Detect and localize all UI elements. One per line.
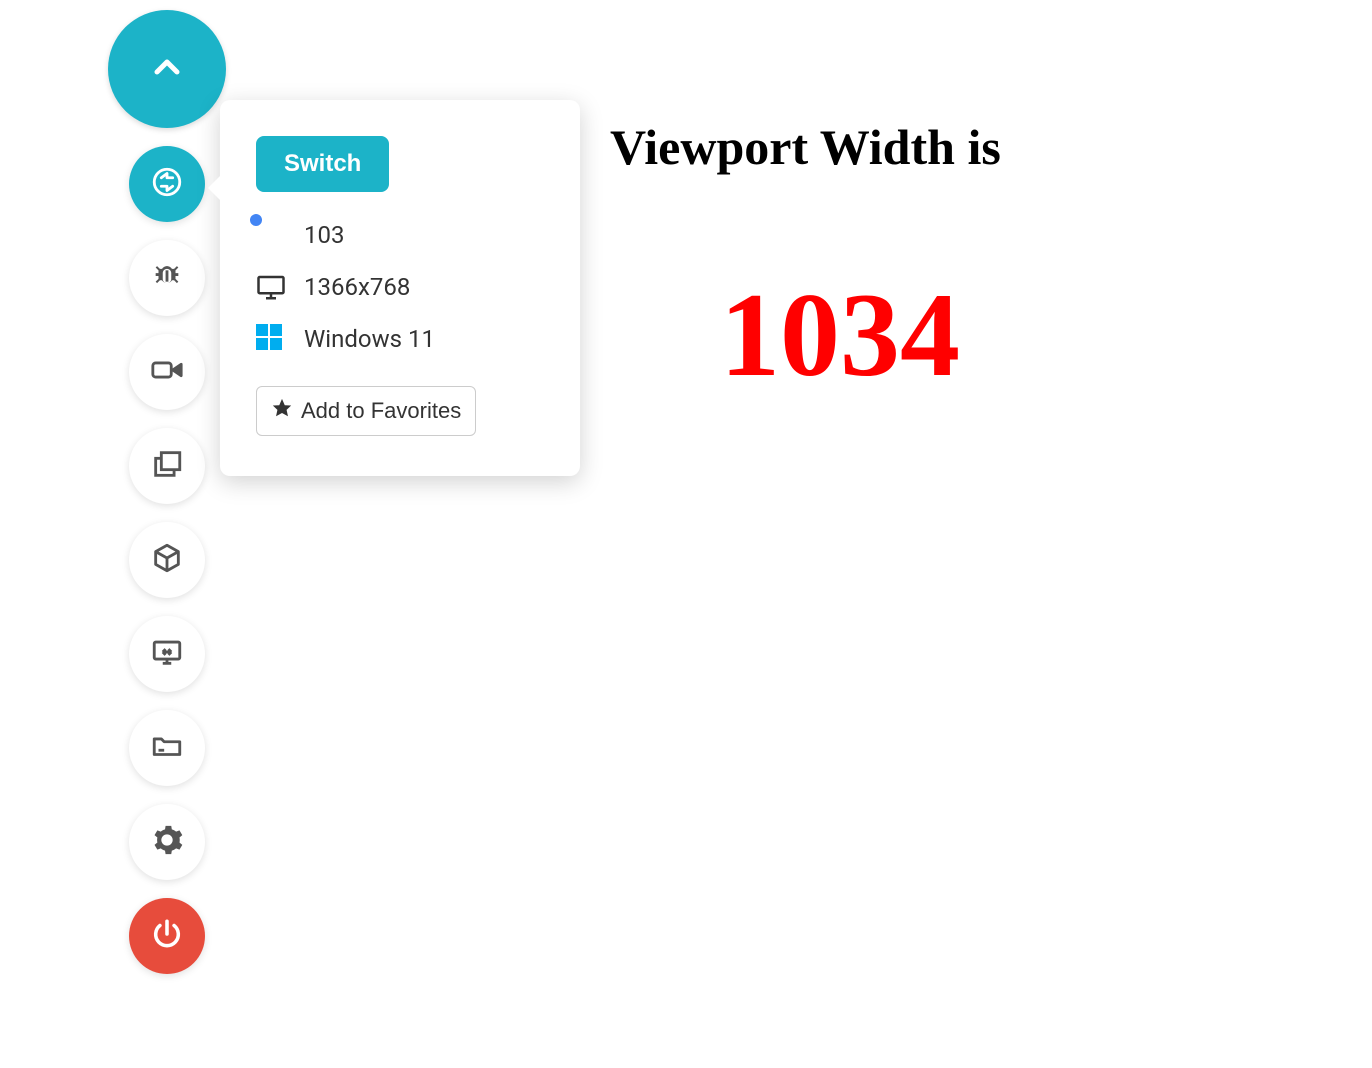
browser-info-row: 103 [256, 220, 544, 250]
switch-popup: Switch 103 1366x768 Windows 11 Add to Fa… [220, 100, 580, 476]
floating-toolbar [108, 10, 226, 974]
folder-icon [150, 729, 184, 767]
toolbar-item-bug[interactable] [129, 240, 205, 316]
chevron-up-icon [147, 47, 187, 91]
switch-button[interactable]: Switch [256, 136, 389, 192]
toolbar-item-files[interactable] [129, 710, 205, 786]
toolbar-item-video[interactable] [129, 334, 205, 410]
collapse-button[interactable] [108, 10, 226, 128]
browser-version-text: 103 [304, 221, 344, 249]
star-icon [271, 397, 293, 425]
page-heading: Viewport Width is [610, 118, 1001, 176]
bug-icon [150, 259, 184, 297]
gear-icon [150, 823, 184, 861]
toolbar-item-power[interactable] [129, 898, 205, 974]
os-text: Windows 11 [304, 325, 435, 353]
viewport-width-value: 1034 [720, 266, 1001, 404]
toolbar-item-settings[interactable] [129, 804, 205, 880]
box-icon [150, 541, 184, 579]
resolution-icon [150, 635, 184, 673]
screenshots-icon [150, 447, 184, 485]
switch-icon [150, 165, 184, 203]
os-info-row: Windows 11 [256, 324, 544, 354]
chrome-icon [256, 220, 286, 250]
toolbar-item-screenshots[interactable] [129, 428, 205, 504]
video-icon [150, 353, 184, 391]
toolbar-item-resolution[interactable] [129, 616, 205, 692]
add-to-favorites-button[interactable]: Add to Favorites [256, 386, 476, 436]
power-icon [150, 917, 184, 955]
monitor-icon [256, 272, 286, 302]
favorites-label: Add to Favorites [301, 398, 461, 424]
toolbar-item-switch[interactable] [129, 146, 205, 222]
windows-icon [256, 324, 286, 354]
resolution-text: 1366x768 [304, 273, 410, 301]
resolution-info-row: 1366x768 [256, 272, 544, 302]
page-content: Viewport Width is 1034 [610, 118, 1001, 404]
toolbar-item-box[interactable] [129, 522, 205, 598]
